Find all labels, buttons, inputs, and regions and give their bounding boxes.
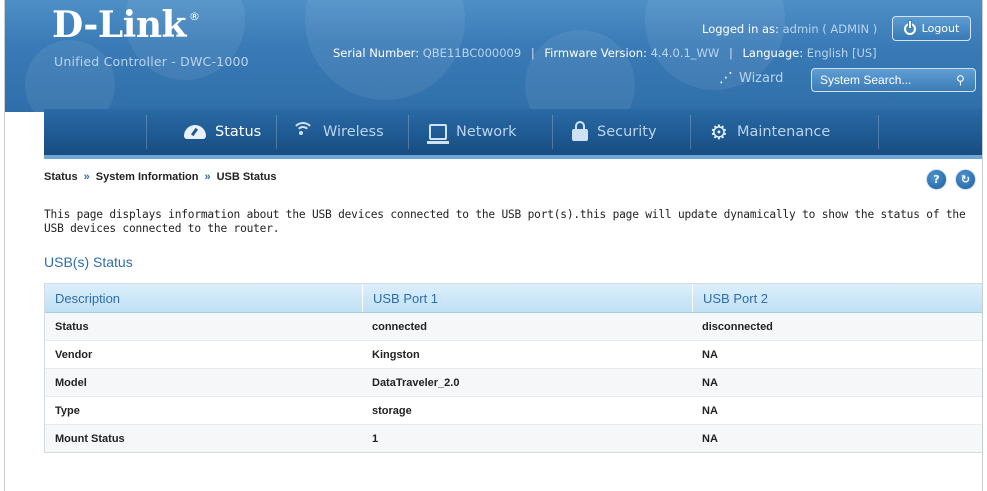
page-description: This page displays information about the… [44, 208, 966, 235]
dlink-logo: D-Link [52, 4, 186, 46]
app-frame: D-Link ® Unified Controller - DWC-1000 S… [4, 0, 983, 491]
port1-value: Kingston [372, 348, 420, 361]
wizard-label: Wizard [739, 70, 784, 86]
wifi-icon [292, 122, 314, 142]
network-icon [427, 124, 449, 144]
breadcrumb-system-information[interactable]: System Information [96, 171, 199, 183]
tab-network[interactable]: Network [427, 109, 517, 155]
help-icon: ? [933, 173, 940, 186]
column-header: USB Port 2 [692, 284, 982, 312]
tab-wireless[interactable]: Wireless [292, 109, 384, 155]
header: D-Link ® Unified Controller - DWC-1000 S… [5, 0, 982, 112]
help-button[interactable]: ? [926, 169, 947, 190]
registered-mark: ® [189, 10, 200, 23]
logged-label: Logged in as: [702, 22, 779, 36]
tab-network-label: Network [456, 124, 517, 140]
serial-label: Serial Number: [333, 46, 420, 60]
magic-wand-icon: ⋰ [719, 70, 733, 86]
row-label: Type [55, 404, 80, 417]
search-input[interactable] [812, 72, 952, 88]
serial-value: QBE11BC000009 [422, 46, 522, 60]
logged-user: admin ( ADMIN ) [782, 22, 878, 36]
tab-maintenance-label: Maintenance [736, 124, 831, 140]
product-subtitle: Unified Controller - DWC-1000 [54, 54, 249, 69]
refresh-button[interactable]: ↻ [955, 169, 976, 190]
row-label: Mount Status [55, 432, 125, 445]
column-header: USB Port 1 [362, 284, 692, 312]
port2-value: NA [702, 348, 718, 361]
language-label: Language: [742, 46, 804, 60]
gears-icon: ⚙ [710, 120, 728, 144]
tab-maintenance[interactable]: ⚙ Maintenance [710, 109, 830, 155]
breadcrumb-status[interactable]: Status [44, 171, 78, 183]
refresh-icon: ↻ [960, 173, 971, 186]
tab-security-label: Security [597, 124, 657, 140]
dashboard-icon [184, 125, 206, 139]
search-icon[interactable]: ⚲ [956, 73, 965, 87]
table-row: Type storage NA [45, 397, 982, 425]
firmware-label: Firmware Version: [544, 46, 647, 60]
tab-status-label: Status [215, 124, 262, 140]
language-value[interactable]: English [US] [807, 46, 877, 60]
port1-value: connected [372, 320, 428, 333]
device-info-line: Serial Number: QBE11BC000009 | Firmware … [333, 46, 877, 60]
port1-value: DataTraveler_2.0 [372, 376, 460, 389]
row-label: Status [55, 320, 89, 333]
section-title: USB(s) Status [44, 254, 133, 270]
table-row: Vendor Kingston NA [45, 341, 982, 369]
breadcrumb-separator: » [204, 171, 211, 183]
logout-button[interactable]: Logout [892, 16, 971, 41]
row-label: Vendor [55, 348, 93, 361]
table-header: Description USB Port 1 USB Port 2 [45, 284, 982, 313]
tab-status[interactable]: Status [184, 109, 261, 155]
lock-icon [572, 121, 588, 141]
usb-status-table: Description USB Port 1 USB Port 2 Status… [44, 283, 982, 453]
tab-wireless-label: Wireless [323, 124, 384, 140]
port2-value: NA [702, 432, 718, 445]
table-row: Status connected disconnected [45, 313, 982, 341]
main-nav: Status Wireless Network Security ⚙ Maint… [44, 109, 982, 159]
firmware-value: 4.4.0.1_WW [650, 46, 720, 60]
tab-security[interactable]: Security [572, 109, 657, 155]
column-header: Description [55, 290, 121, 306]
table-row: Model DataTraveler_2.0 NA [45, 369, 982, 397]
breadcrumb-usb-status: USB Status [216, 171, 277, 183]
breadcrumb: Status » System Information » USB Status [44, 171, 276, 183]
power-icon [903, 20, 916, 35]
port1-value: storage [372, 404, 412, 417]
port2-value: NA [702, 376, 718, 389]
row-label: Model [55, 376, 87, 389]
wizard-link[interactable]: ⋰ Wizard [719, 70, 783, 86]
port2-value: NA [702, 404, 718, 417]
logout-label: Logout [921, 22, 960, 35]
port2-value: disconnected [702, 320, 773, 333]
logged-in-info: Logged in as: admin ( ADMIN ) [702, 22, 877, 36]
breadcrumb-separator: » [83, 171, 90, 183]
table-row: Mount Status 1 NA [45, 425, 982, 452]
system-search[interactable]: ⚲ [811, 68, 976, 92]
port1-value: 1 [372, 432, 379, 445]
table-body: Status connected disconnected Vendor Kin… [45, 313, 982, 452]
